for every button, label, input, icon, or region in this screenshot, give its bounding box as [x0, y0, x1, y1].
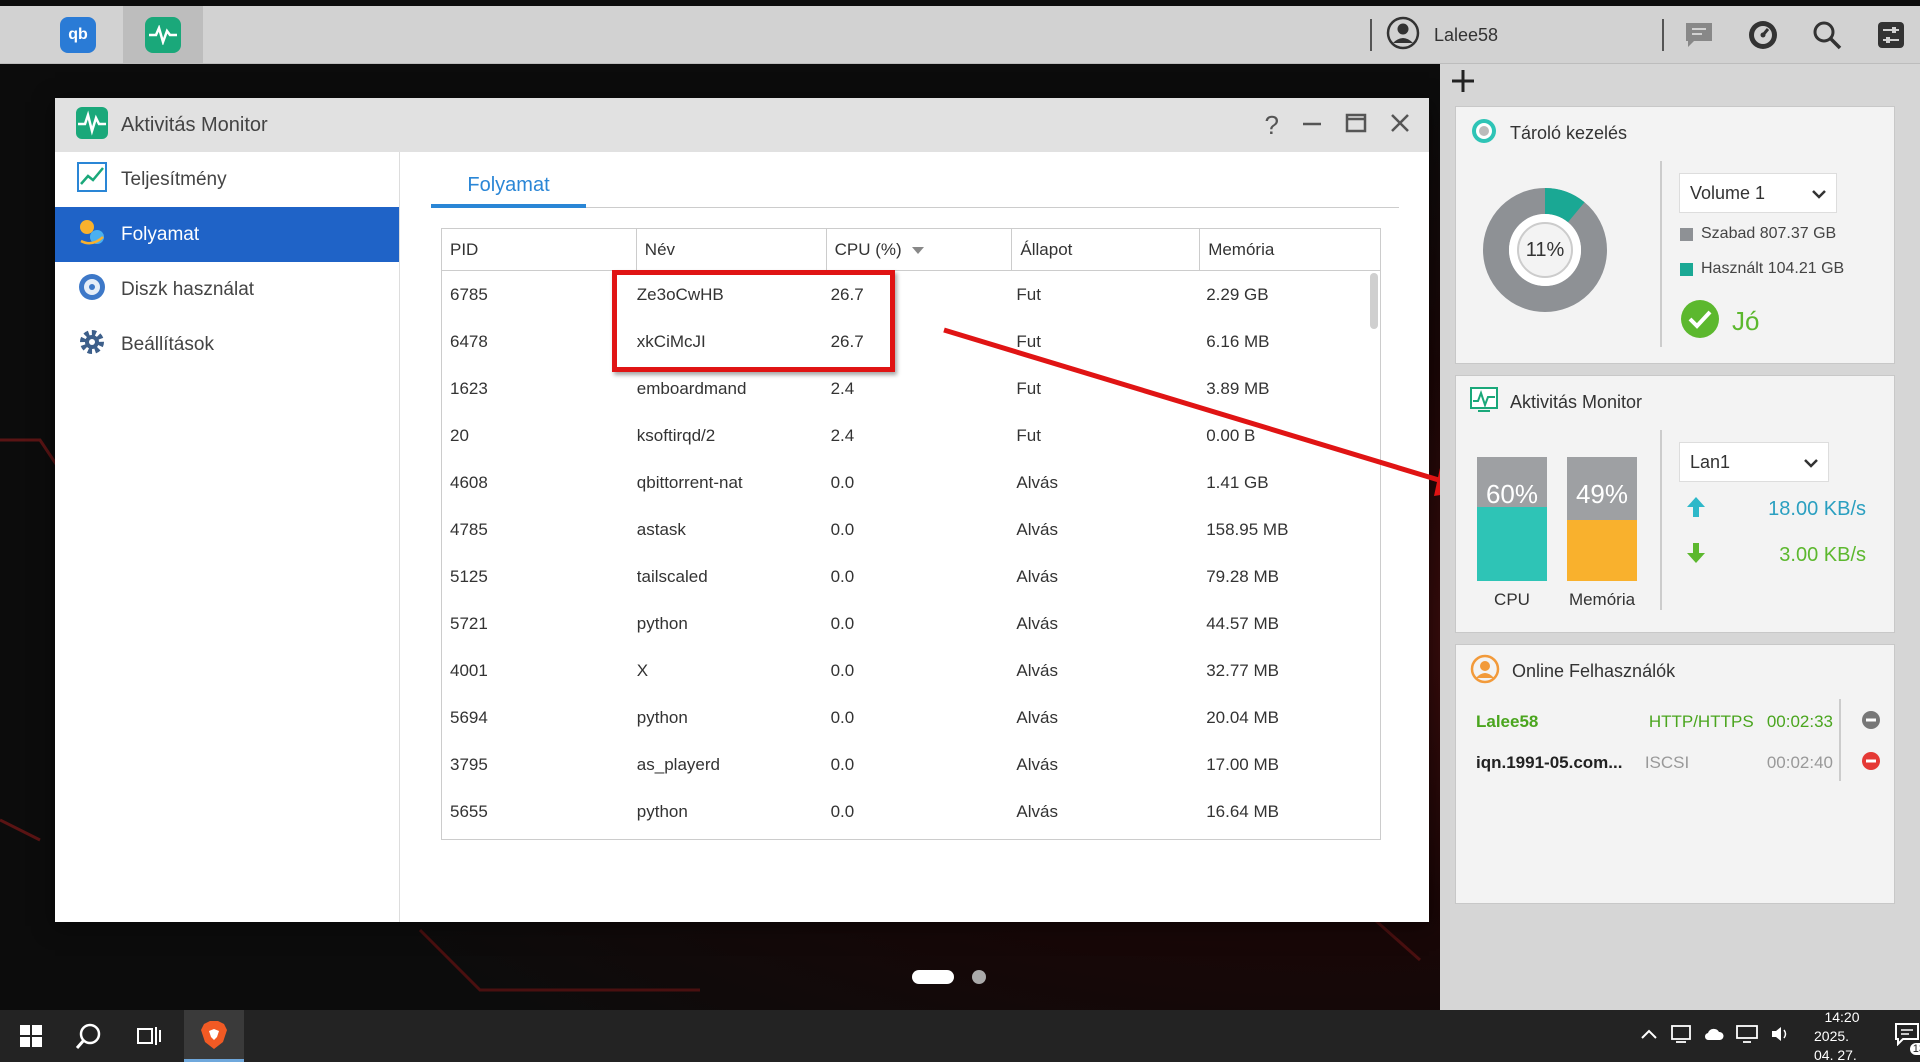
memory-caption: Memória	[1568, 590, 1636, 609]
monitor-icon[interactable]	[1736, 1024, 1758, 1048]
widget-header: Online Felhasználók	[1456, 645, 1896, 697]
widget-title: Tároló kezelés	[1510, 122, 1628, 143]
storage-percent: 11%	[1525, 238, 1565, 261]
download-rate: 3.00 KB/s	[1686, 542, 1866, 569]
clock[interactable]: 14:20 2025. 04. 27.	[1814, 1008, 1870, 1062]
page-indicator	[912, 970, 986, 984]
online-user-protocol: HTTP/HTTPS	[1648, 712, 1754, 731]
separator	[1660, 161, 1662, 347]
network-interface-select[interactable]: Lan1	[1679, 442, 1829, 482]
storage-widget: Tároló kezelés 11% Volume 1 Szabad 807.3…	[1455, 106, 1895, 364]
task-view-button[interactable]	[120, 1010, 178, 1062]
memory-percent: 49%	[1575, 479, 1629, 509]
legend-free: Szabad 807.37 GB	[1680, 225, 1836, 243]
online-user-name: iqn.1991-05.com...	[1476, 753, 1623, 772]
cloud-icon[interactable]	[1704, 1026, 1724, 1047]
widget-title: Aktivitás Monitor	[1510, 391, 1643, 412]
windows-logo-icon	[20, 1025, 42, 1047]
legend-used: Használt 104.21 GB	[1680, 260, 1844, 278]
user-icon	[1470, 654, 1500, 689]
brave-browser-taskbar-item[interactable]	[184, 1010, 244, 1062]
volume-icon[interactable]	[1770, 1025, 1792, 1048]
clock-date: 2025. 04. 27.	[1814, 1027, 1857, 1062]
check-circle-icon	[1680, 299, 1720, 344]
taskbar-search-button[interactable]	[60, 1010, 118, 1062]
widget-header: Tároló kezelés	[1456, 107, 1896, 159]
clock-time: 14:20	[1824, 1008, 1860, 1025]
storage-status-label: Jó	[1732, 306, 1760, 336]
task-view-icon	[137, 1027, 161, 1045]
storage-status: Jó	[1680, 299, 1759, 344]
start-button[interactable]	[2, 1010, 60, 1062]
cpu-gauge: 60%	[1477, 457, 1547, 581]
online-user-row: Lalee58 HTTP/HTTPS 00:02:33	[1476, 705, 1881, 739]
network-share-icon[interactable]	[1670, 1024, 1692, 1049]
memory-gauge: 49%	[1567, 457, 1637, 581]
search-icon	[75, 1023, 101, 1049]
memory-gauge-fill	[1567, 520, 1637, 581]
online-user-time: 00:02:33	[1766, 712, 1833, 731]
widget-panel: Tároló kezelés 11% Volume 1 Szabad 807.3…	[1440, 64, 1920, 1010]
online-user-time: 00:02:40	[1766, 753, 1834, 772]
online-user-row: iqn.1991-05.com... ISCSI 00:02:40	[1476, 746, 1881, 780]
volume-select-value: Volume 1	[1690, 182, 1766, 203]
chevron-down-icon	[1812, 183, 1826, 204]
widget-header: Aktivitás Monitor	[1456, 376, 1896, 428]
online-user-protocol: ISCSI	[1644, 753, 1690, 772]
widget-title: Online Felhasználók	[1512, 660, 1676, 681]
activity-monitor-icon	[1470, 386, 1498, 418]
separator	[1660, 430, 1662, 610]
page-dot[interactable]	[972, 970, 986, 984]
download-arrow-icon	[1686, 542, 1706, 569]
system-tray: 14:20 2025. 04. 27. 13	[1640, 1008, 1920, 1062]
cpu-gauge-fill	[1477, 506, 1547, 581]
online-user-name: Lalee58	[1476, 712, 1539, 731]
legend-swatch	[1680, 262, 1693, 276]
upload-rate-value: 18.00 KB/s	[1768, 498, 1866, 520]
add-widget-icon[interactable]	[1450, 68, 1476, 99]
download-rate-value: 3.00 KB/s	[1779, 544, 1866, 566]
notification-center-icon[interactable]: 13	[1894, 1022, 1920, 1055]
chevron-down-icon	[1804, 452, 1818, 473]
storage-icon	[1470, 117, 1498, 150]
online-users-widget: Online Felhasználók Lalee58 HTTP/HTTPS 0…	[1455, 644, 1895, 904]
legend-swatch	[1680, 227, 1693, 241]
chevron-up-icon[interactable]	[1640, 1027, 1658, 1045]
notification-count-badge: 13	[1909, 1042, 1920, 1055]
cpu-percent: 60%	[1485, 479, 1539, 509]
taskbar: 14:20 2025. 04. 27. 13	[0, 1008, 1920, 1062]
page-dot-active[interactable]	[912, 970, 954, 984]
legend-free-label: Szabad 807.37 GB	[1701, 225, 1837, 242]
disconnect-icon[interactable]	[1861, 751, 1881, 776]
brave-icon	[201, 1020, 227, 1049]
volume-select[interactable]: Volume 1	[1679, 173, 1837, 213]
activity-monitor-widget: Aktivitás Monitor 60% 49% CPU Memória La…	[1455, 375, 1895, 633]
upload-arrow-icon	[1686, 496, 1706, 523]
cpu-caption: CPU	[1494, 590, 1530, 609]
disconnect-disabled-icon[interactable]	[1861, 710, 1881, 735]
upload-rate: 18.00 KB/s	[1686, 496, 1866, 523]
legend-used-label: Használt 104.21 GB	[1701, 260, 1845, 277]
interface-select-value: Lan1	[1690, 451, 1731, 472]
